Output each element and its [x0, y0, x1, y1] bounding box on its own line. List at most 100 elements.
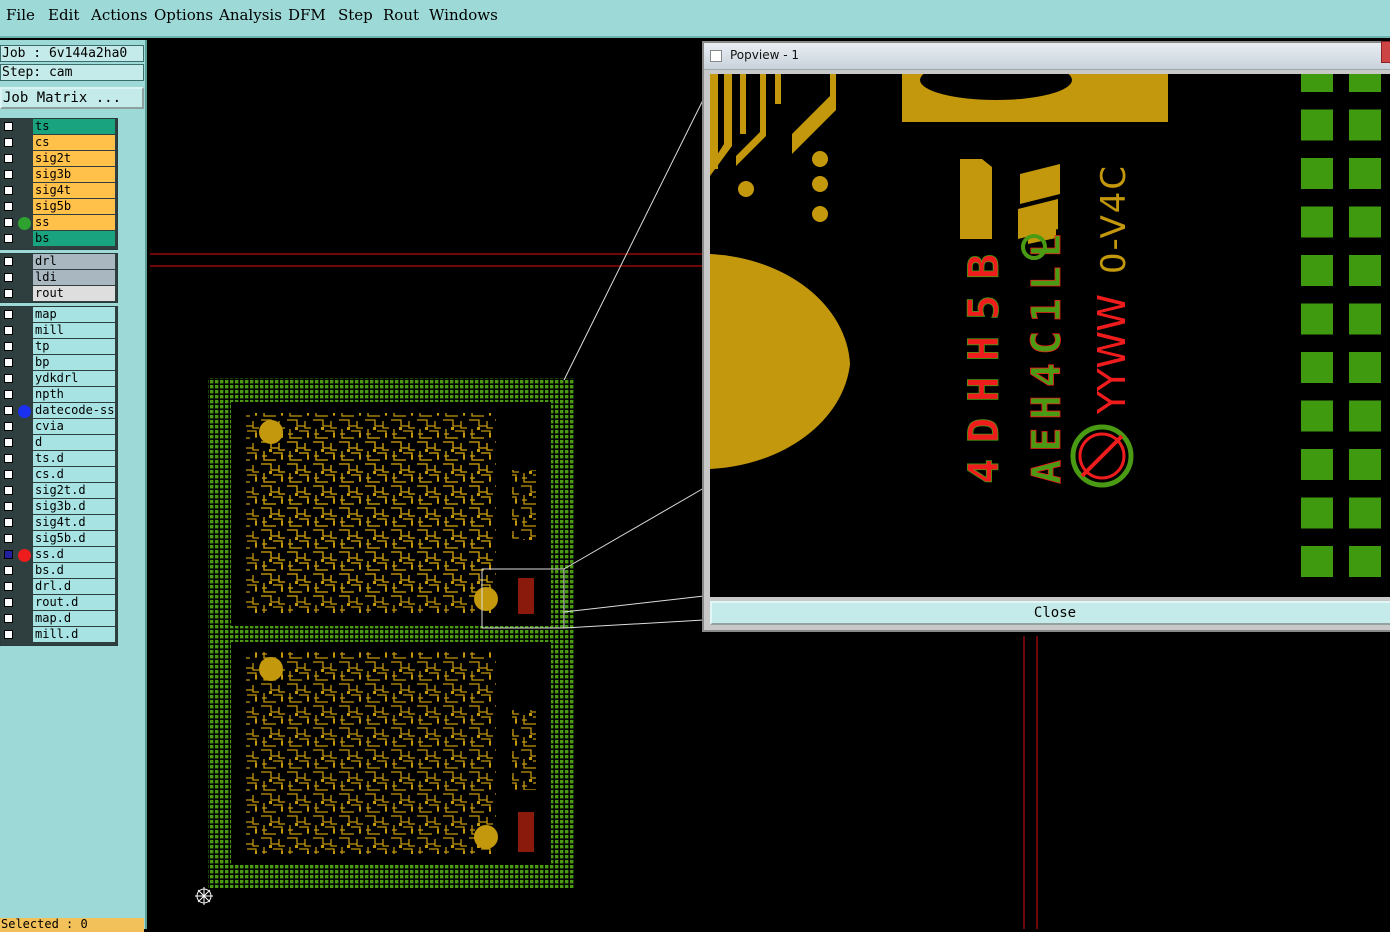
layer-name[interactable]: cvia: [33, 419, 115, 434]
menu-analysis[interactable]: Analysis: [219, 6, 282, 24]
layer-checkbox[interactable]: [4, 390, 13, 399]
layer-row-sig3b[interactable]: sig3b: [1, 167, 117, 183]
layer-checkbox[interactable]: [4, 518, 13, 527]
layer-checkbox[interactable]: [4, 550, 13, 559]
layer-name[interactable]: ts: [33, 119, 115, 134]
layer-row-sig2t-d[interactable]: sig2t.d: [1, 483, 117, 499]
job-matrix-button[interactable]: Job Matrix ...: [0, 87, 144, 109]
layer-name[interactable]: mill: [33, 323, 115, 338]
layer-row-npth[interactable]: npth: [1, 387, 117, 403]
popview-window[interactable]: Popview - 1 4DHH5B AEH4C1LL YYWW 0-V4C C…: [702, 41, 1390, 632]
layer-name[interactable]: npth: [33, 387, 115, 402]
layer-checkbox[interactable]: [4, 598, 13, 607]
layer-name[interactable]: ydkdrl: [33, 371, 115, 386]
layer-checkbox[interactable]: [4, 534, 13, 543]
layer-name[interactable]: cs.d: [33, 467, 115, 482]
layer-checkbox[interactable]: [4, 234, 13, 243]
layer-name[interactable]: ts.d: [33, 451, 115, 466]
layer-row-map-d[interactable]: map.d: [1, 611, 117, 627]
popview-titlebar[interactable]: Popview - 1: [704, 41, 1390, 70]
layer-row-sig3b-d[interactable]: sig3b.d: [1, 499, 117, 515]
layer-checkbox[interactable]: [4, 122, 13, 131]
layer-checkbox[interactable]: [4, 406, 13, 415]
layer-name[interactable]: ss: [33, 215, 115, 230]
layer-name[interactable]: drl: [33, 254, 115, 269]
layer-checkbox[interactable]: [4, 342, 13, 351]
layer-name[interactable]: d: [33, 435, 115, 450]
menu-rout[interactable]: Rout: [383, 6, 419, 24]
layer-name[interactable]: sig2t: [33, 151, 115, 166]
layer-row-ss[interactable]: ss: [1, 215, 117, 231]
layer-row-rout[interactable]: rout: [1, 286, 117, 302]
layer-row-drl-d[interactable]: drl.d: [1, 579, 117, 595]
layer-name[interactable]: map.d: [33, 611, 115, 626]
layer-name[interactable]: sig3b.d: [33, 499, 115, 514]
layer-name[interactable]: sig5b: [33, 199, 115, 214]
layer-row-bp[interactable]: bp: [1, 355, 117, 371]
layer-row-sig4t-d[interactable]: sig4t.d: [1, 515, 117, 531]
layer-row-ts-d[interactable]: ts.d: [1, 451, 117, 467]
menu-step[interactable]: Step: [338, 6, 373, 24]
layer-row-sig4t[interactable]: sig4t: [1, 183, 117, 199]
layer-name[interactable]: sig4t.d: [33, 515, 115, 530]
layer-row-datecode-ss[interactable]: datecode-ss: [1, 403, 117, 419]
layer-row-mill[interactable]: mill: [1, 323, 117, 339]
layer-checkbox[interactable]: [4, 470, 13, 479]
layer-row-rout-d[interactable]: rout.d: [1, 595, 117, 611]
layer-checkbox[interactable]: [4, 374, 13, 383]
layer-checkbox[interactable]: [4, 614, 13, 623]
layer-name[interactable]: rout: [33, 286, 115, 301]
close-icon[interactable]: [1381, 41, 1390, 63]
layer-name[interactable]: bp: [33, 355, 115, 370]
layer-name[interactable]: mill.d: [33, 627, 115, 642]
layer-checkbox[interactable]: [4, 422, 13, 431]
layer-checkbox[interactable]: [4, 170, 13, 179]
layer-checkbox[interactable]: [4, 582, 13, 591]
layer-checkbox[interactable]: [4, 138, 13, 147]
layer-name[interactable]: cs: [33, 135, 115, 150]
layer-row-tp[interactable]: tp: [1, 339, 117, 355]
layer-checkbox[interactable]: [4, 186, 13, 195]
layer-display-dot[interactable]: [18, 549, 31, 562]
layer-row-ss-d[interactable]: ss.d: [1, 547, 117, 563]
layer-name[interactable]: tp: [33, 339, 115, 354]
layer-checkbox[interactable]: [4, 154, 13, 163]
layer-checkbox[interactable]: [4, 273, 13, 282]
layer-name[interactable]: ss.d: [33, 547, 115, 562]
menu-options[interactable]: Options: [154, 6, 213, 24]
popview-canvas[interactable]: 4DHH5B AEH4C1LL YYWW 0-V4C: [710, 74, 1390, 597]
layer-row-map[interactable]: map: [1, 307, 117, 323]
close-button[interactable]: Close: [710, 601, 1390, 625]
layer-row-bs[interactable]: bs: [1, 231, 117, 247]
layer-checkbox[interactable]: [4, 289, 13, 298]
layer-row-mill-d[interactable]: mill.d: [1, 627, 117, 643]
layer-checkbox[interactable]: [4, 566, 13, 575]
layer-row-ts[interactable]: ts: [1, 119, 117, 135]
layer-checkbox[interactable]: [4, 257, 13, 266]
layer-row-drl[interactable]: drl: [1, 254, 117, 270]
layer-checkbox[interactable]: [4, 202, 13, 211]
layer-row-sig5b[interactable]: sig5b: [1, 199, 117, 215]
layer-checkbox[interactable]: [4, 310, 13, 319]
menu-dfm[interactable]: DFM: [288, 6, 326, 24]
layer-name[interactable]: map: [33, 307, 115, 322]
layer-name[interactable]: drl.d: [33, 579, 115, 594]
layer-name[interactable]: datecode-ss: [33, 403, 115, 418]
layer-checkbox[interactable]: [4, 486, 13, 495]
menu-actions[interactable]: Actions: [91, 6, 147, 24]
layer-row-cs[interactable]: cs: [1, 135, 117, 151]
layer-name[interactable]: ldi: [33, 270, 115, 285]
layer-checkbox[interactable]: [4, 630, 13, 639]
layer-name[interactable]: sig4t: [33, 183, 115, 198]
layer-checkbox[interactable]: [4, 218, 13, 227]
layer-name[interactable]: sig2t.d: [33, 483, 115, 498]
menu-edit[interactable]: Edit: [48, 6, 79, 24]
layer-name[interactable]: bs: [33, 231, 115, 246]
layer-checkbox[interactable]: [4, 358, 13, 367]
layer-row-cvia[interactable]: cvia: [1, 419, 117, 435]
layer-row-bs-d[interactable]: bs.d: [1, 563, 117, 579]
menu-windows[interactable]: Windows: [429, 6, 498, 24]
layer-row-sig2t[interactable]: sig2t: [1, 151, 117, 167]
menu-file[interactable]: File: [6, 6, 35, 24]
layer-name[interactable]: bs.d: [33, 563, 115, 578]
